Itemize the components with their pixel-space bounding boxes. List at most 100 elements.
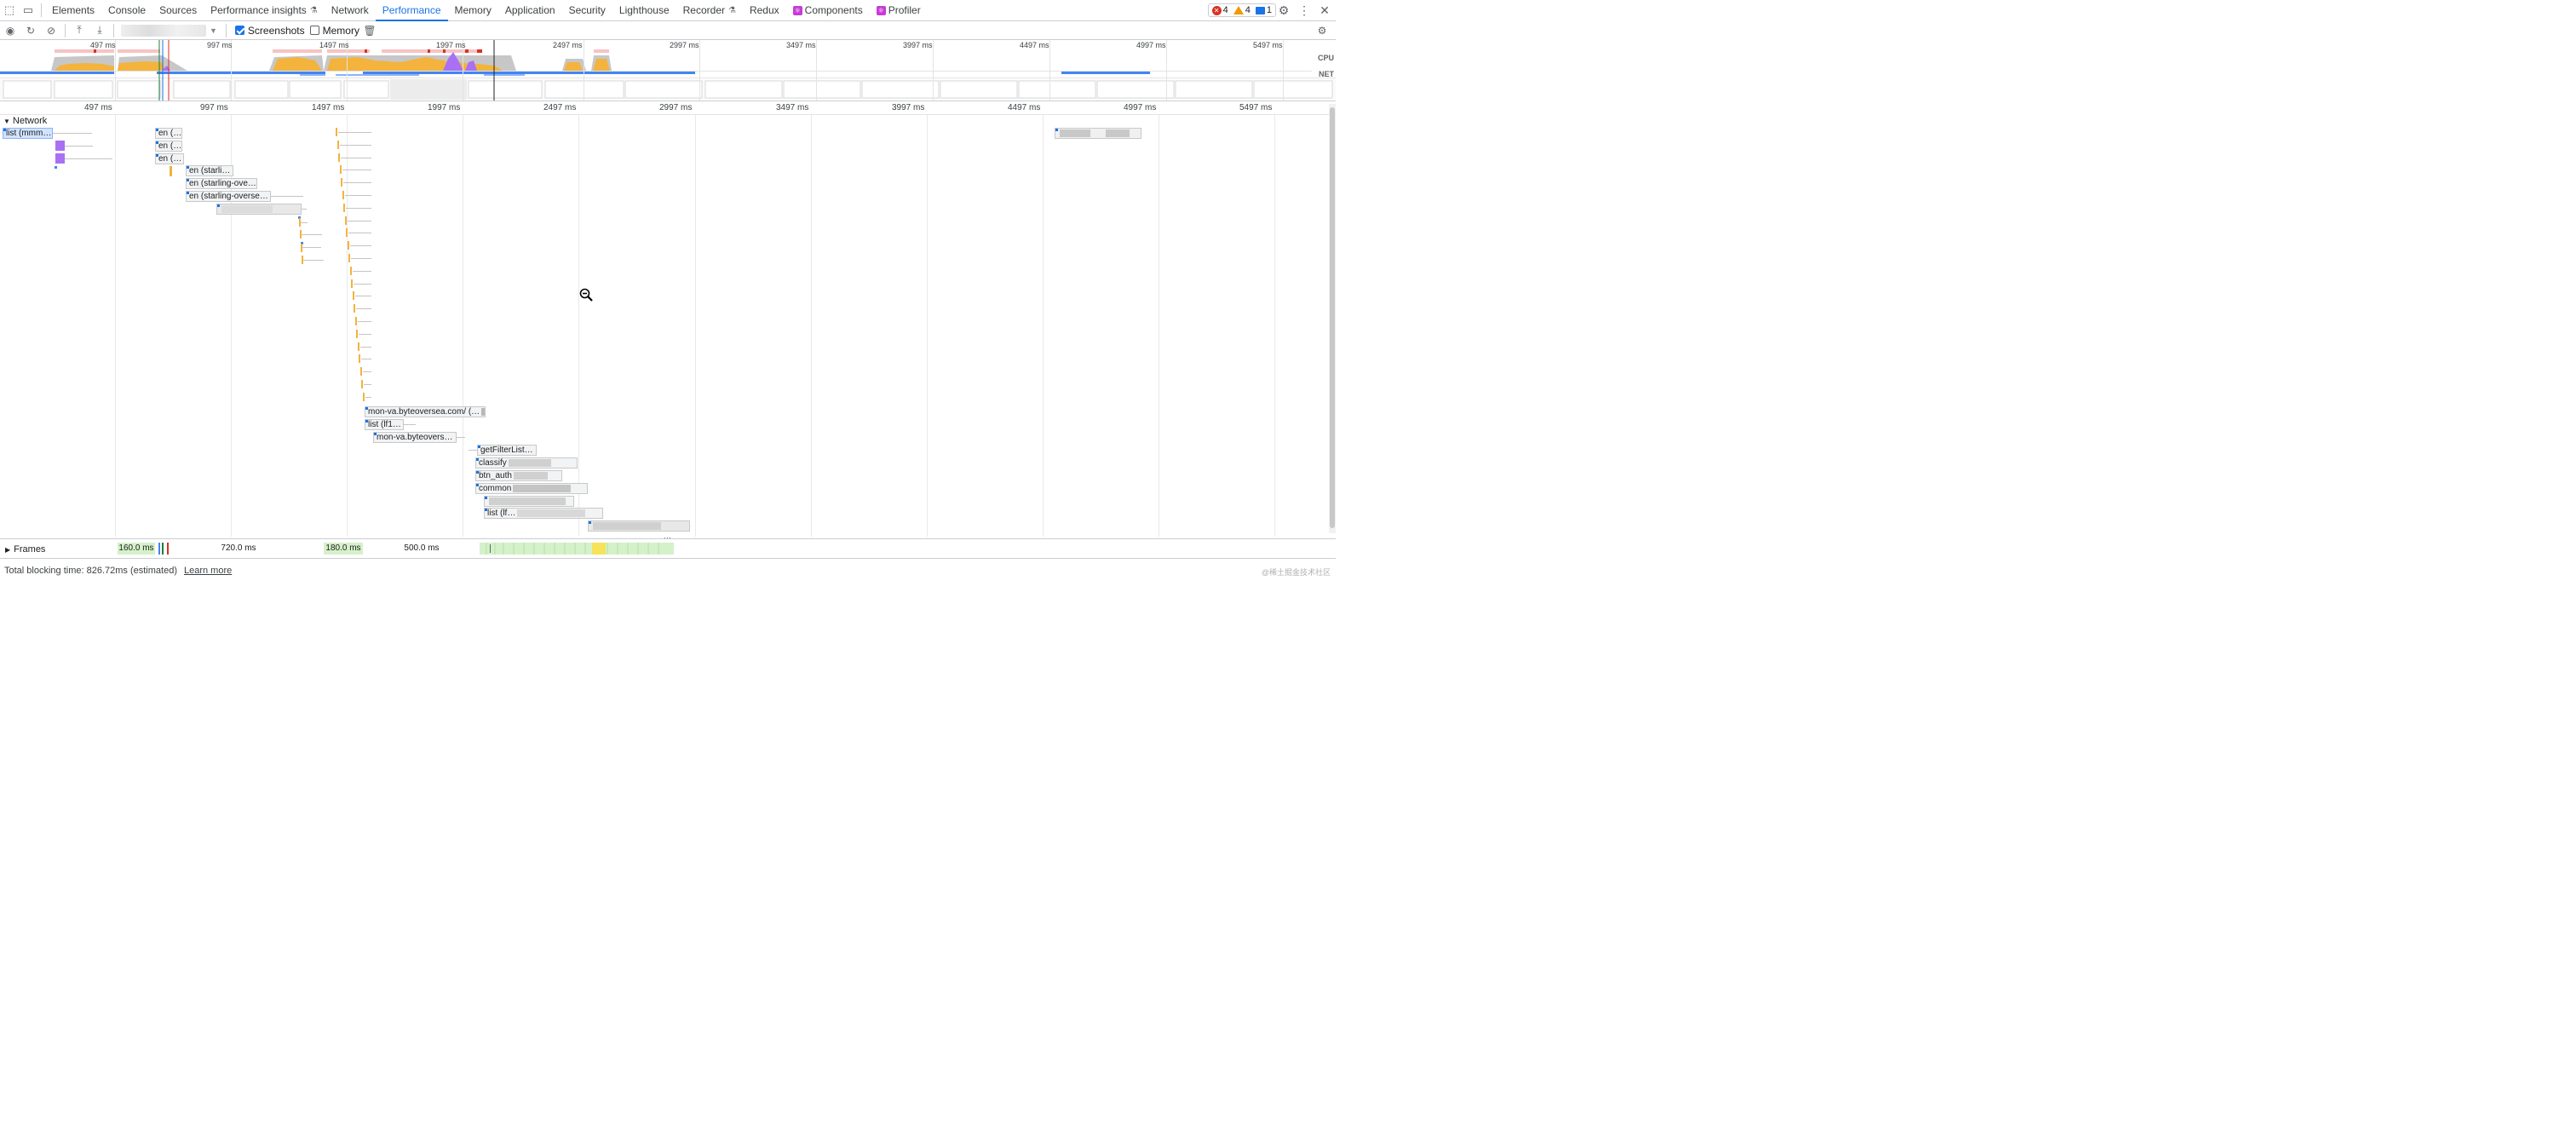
request-bar[interactable] — [349, 266, 352, 275]
device-toolbar-icon[interactable]: ▭ — [19, 0, 37, 20]
network-request[interactable] — [484, 496, 574, 507]
scrollbar-thumb[interactable] — [1330, 107, 1335, 528]
request-bar[interactable] — [338, 152, 340, 162]
network-request[interactable]: en (starli… — [186, 165, 233, 176]
frame-marker — [167, 543, 169, 555]
screenshots-checkbox[interactable]: Screenshots — [234, 25, 305, 37]
network-request[interactable]: list (mmm… — [3, 128, 53, 139]
tab-sources[interactable]: Sources — [152, 0, 204, 20]
request-bar[interactable] — [357, 342, 359, 351]
request-bar[interactable] — [352, 291, 354, 301]
network-request[interactable]: btn_auth — [475, 470, 562, 481]
tab-security[interactable]: Security — [562, 0, 612, 20]
grid-line — [115, 115, 116, 537]
request-bar[interactable] — [344, 216, 347, 225]
request-bar[interactable] — [351, 279, 353, 288]
gear-icon[interactable]: ⚙ — [1274, 0, 1293, 20]
tab-profiler[interactable]: ⚛ Profiler — [870, 0, 928, 20]
request-bar[interactable] — [55, 166, 57, 169]
request-bar[interactable] — [361, 380, 363, 388]
request-bar[interactable] — [55, 153, 65, 164]
tab-performance[interactable]: Performance — [375, 0, 448, 21]
request-bar[interactable] — [336, 140, 339, 149]
network-request[interactable] — [216, 204, 302, 215]
summary-footer: Total blocking time: 826.72ms (estimated… — [0, 560, 1336, 581]
network-track-header[interactable]: ▼ Network — [3, 116, 47, 126]
request-bar[interactable] — [336, 128, 337, 136]
frame-block[interactable]: 180.0 ms — [324, 543, 363, 555]
frame-block[interactable]: 500.0 ms — [383, 543, 460, 555]
network-request[interactable] — [1055, 128, 1141, 139]
network-request[interactable]: en (… — [155, 141, 182, 152]
record-button[interactable]: ◉ — [0, 21, 20, 40]
request-wait-line — [359, 346, 371, 348]
timeline-overview[interactable]: 497 ms 997 ms 1497 ms 1997 ms 2497 ms 29… — [0, 40, 1336, 101]
tab-console[interactable]: Console — [101, 0, 152, 20]
request-bar[interactable] — [354, 317, 357, 325]
network-request[interactable]: mon-va.byteoversea.com/ (… — [365, 406, 486, 417]
request-bar[interactable] — [347, 241, 349, 250]
load-profile-button[interactable]: ⤒ — [69, 21, 89, 40]
more-options-icon[interactable]: ⋮ — [1295, 0, 1314, 20]
tab-application[interactable]: Application — [498, 0, 562, 20]
request-bar[interactable] — [339, 165, 342, 175]
close-icon[interactable]: ✕ — [1315, 0, 1334, 20]
request-bar[interactable] — [359, 354, 360, 364]
request-bar[interactable] — [301, 244, 302, 252]
request-bar[interactable] — [362, 392, 365, 401]
network-request[interactable] — [588, 520, 690, 532]
request-bar[interactable] — [348, 254, 350, 262]
request-bar[interactable] — [342, 191, 344, 199]
network-request[interactable]: list (lf1… — [365, 419, 404, 430]
request-wait-line — [53, 133, 92, 134]
grid-line — [811, 115, 812, 537]
tab-network[interactable]: Network — [325, 0, 376, 20]
reload-record-button[interactable]: ↻ — [20, 21, 41, 40]
memory-checkbox[interactable]: Memory — [309, 25, 359, 37]
frames-track[interactable]: ▶ Frames 160.0 ms 720.0 ms 180.0 ms 500.0… — [0, 538, 1336, 559]
inspect-element-icon[interactable]: ⬚ — [0, 0, 19, 20]
frames-track-header[interactable]: ▶ Frames — [5, 544, 45, 555]
request-bar[interactable] — [346, 228, 348, 238]
issue-counters[interactable]: ✕ 4 4 1 — [1207, 3, 1276, 17]
frame-block[interactable]: 720.0 ms — [187, 543, 290, 555]
request-bar[interactable] — [343, 203, 345, 212]
network-request[interactable]: en (starling-overse… — [186, 191, 271, 202]
request-bar[interactable] — [354, 304, 355, 313]
tab-memory[interactable]: Memory — [448, 0, 498, 20]
network-request[interactable]: list (lf… — [484, 508, 603, 519]
network-request[interactable]: en (starling-ove… — [186, 178, 257, 189]
network-request[interactable]: classify — [475, 457, 578, 469]
overview-tick: 4497 ms — [1020, 41, 1049, 49]
network-request[interactable]: getFilterList… — [477, 445, 537, 456]
request-bar[interactable] — [55, 141, 65, 151]
tab-components[interactable]: ⚛ Components — [786, 0, 870, 20]
save-profile-button[interactable]: ⤓ — [89, 21, 110, 40]
request-bar[interactable] — [359, 367, 362, 377]
ruler-tick: 2997 ms — [659, 103, 693, 112]
ruler-tick: 5497 ms — [1239, 103, 1273, 112]
tab-performance-insights[interactable]: Performance insights ⚗ — [204, 0, 325, 20]
network-request[interactable]: mon-va.byteovers… — [373, 432, 457, 443]
network-request[interactable]: en (… — [155, 128, 182, 139]
divider — [113, 23, 114, 37]
tab-recorder[interactable]: Recorder ⚗ — [676, 0, 743, 20]
recording-select[interactable] — [121, 24, 206, 37]
grid-line — [578, 115, 579, 537]
collect-garbage-button[interactable]: 🗑 — [359, 21, 380, 40]
tab-redux[interactable]: Redux — [743, 0, 786, 20]
learn-more-link[interactable]: Learn more — [184, 566, 232, 576]
capture-settings-button[interactable]: ⚙ — [1312, 21, 1332, 40]
request-bar[interactable] — [170, 166, 172, 176]
network-request[interactable]: common — [475, 483, 588, 494]
clear-button[interactable]: ⊘ — [41, 21, 61, 40]
tab-elements[interactable]: Elements — [45, 0, 101, 20]
network-request[interactable]: en (… — [155, 153, 184, 164]
devtools-window: ⬚ ▭ Elements Console Sources Performance… — [0, 0, 1336, 581]
request-bar[interactable] — [356, 329, 358, 338]
frame-block[interactable]: 160.0 ms — [118, 543, 155, 555]
tab-lighthouse[interactable]: Lighthouse — [612, 0, 676, 20]
overview-tick: 2997 ms — [670, 41, 699, 49]
flamechart-main[interactable]: ▼ Network list (mmm… en (… en (… en (… en… — [0, 115, 1329, 537]
request-bar[interactable] — [341, 178, 342, 187]
